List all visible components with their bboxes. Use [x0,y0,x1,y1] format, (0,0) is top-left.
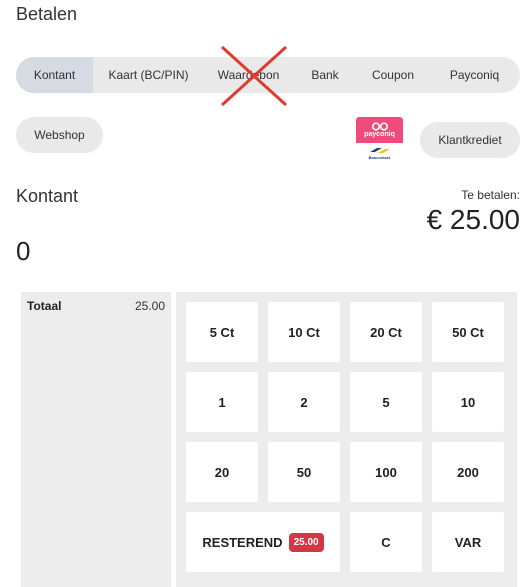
resterend-badge: 25.00 [288,532,324,552]
key-5[interactable]: 5 [350,372,422,432]
disabled-cross-icon [220,45,288,107]
bancontact-icon [369,148,390,153]
payment-method-title: Kontant [16,186,79,206]
payconiq-rings-icon [371,121,388,131]
key-100[interactable]: 100 [350,442,422,502]
key-20[interactable]: 20 [186,442,258,502]
entered-amount: 0 [16,236,31,266]
webshop-button[interactable]: Webshop [16,117,103,153]
key-20ct[interactable]: 20 Ct [350,302,422,362]
to-pay-label: Te betalen: [461,188,520,202]
total-label: Totaal [27,299,62,313]
tab-coupon[interactable]: Coupon [357,57,429,93]
tab-payconiq[interactable]: Payconiq [429,57,520,93]
payconiq-brand-text: payconiq [364,130,395,138]
resterend-button[interactable]: RESTEREND 25.00 [186,512,340,572]
key-2[interactable]: 2 [268,372,340,432]
payment-summary-panel: Totaal 25.00 [21,292,171,587]
var-button[interactable]: VAR [432,512,504,572]
key-5ct[interactable]: 5 Ct [186,302,258,362]
cash-keypad: 5 Ct 10 Ct 20 Ct 50 Ct 1 2 5 10 20 50 10… [176,292,517,587]
clear-button[interactable]: C [350,512,422,572]
tab-kaart[interactable]: Kaart (BC/PIN) [93,57,204,93]
total-value: 25.00 [134,299,165,313]
klantkrediet-button[interactable]: Klantkrediet [420,122,520,158]
key-10[interactable]: 10 [432,372,504,432]
key-50ct[interactable]: 50 Ct [432,302,504,362]
payconiq-logo[interactable]: payconiq Bancontact [356,117,403,163]
key-50[interactable]: 50 [268,442,340,502]
page-title: Betalen [16,4,78,24]
key-200[interactable]: 200 [432,442,504,502]
tab-bank[interactable]: Bank [293,57,357,93]
resterend-label: RESTEREND [202,534,283,550]
bancontact-text: Bancontact [368,155,391,160]
tab-kontant[interactable]: Kontant [16,57,93,93]
key-1[interactable]: 1 [186,372,258,432]
key-10ct[interactable]: 10 Ct [268,302,340,362]
to-pay-amount: € 25.00 [426,204,520,235]
